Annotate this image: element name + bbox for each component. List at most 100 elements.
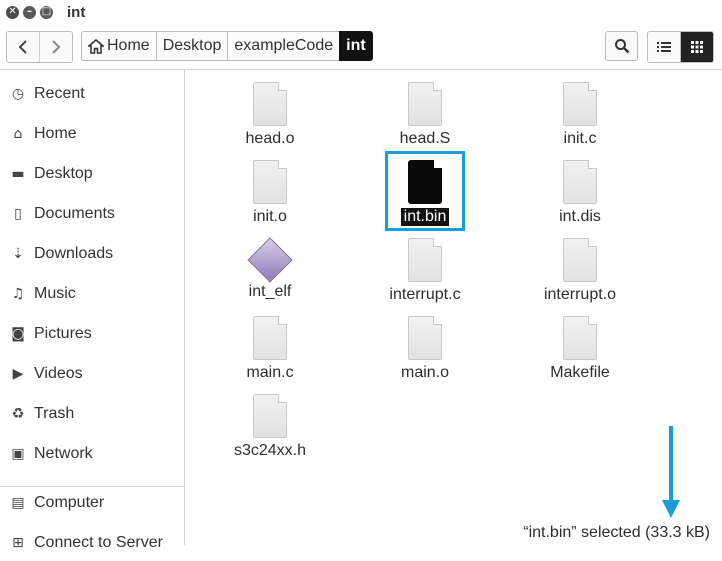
file-name: init.c	[563, 130, 597, 147]
folder-icon: ▬	[11, 166, 25, 182]
document-icon: ▯	[14, 206, 22, 222]
file-name: s3c24xx.h	[233, 442, 307, 459]
download-icon: ⇣	[12, 246, 24, 262]
music-icon: ♫	[11, 286, 25, 302]
home-icon	[88, 38, 104, 54]
text-file-icon	[563, 82, 597, 126]
file-item[interactable]: s3c24xx.h	[210, 382, 330, 460]
title-bar: ✕ – □ int	[0, 0, 722, 24]
file-item[interactable]: init.c	[520, 70, 640, 148]
sidebar-item-connect-to-server[interactable]: ⊞ Connect to Server	[0, 525, 184, 561]
breadcrumb-int[interactable]: int	[339, 31, 373, 61]
server-icon: ⊞	[12, 535, 24, 551]
file-grid: head.o head.S init.c init.o int.bin int.…	[185, 70, 722, 545]
sidebar-item-downloads[interactable]: ⇣ Downloads	[0, 236, 184, 272]
file-item[interactable]: interrupt.c	[365, 226, 485, 304]
toolbar: Home Desktop exampleCode int	[0, 24, 722, 70]
sidebar-item-label: Trash	[34, 405, 75, 422]
home-icon: ⌂	[13, 126, 23, 142]
grid-icon	[691, 41, 703, 53]
list-icon	[657, 42, 671, 52]
file-name: Makefile	[550, 364, 610, 381]
sidebar-item-computer[interactable]: ▤ Computer	[0, 485, 184, 521]
search-button[interactable]	[605, 31, 638, 61]
sidebar-item-label: Computer	[34, 494, 105, 511]
breadcrumb-desktop-label: Desktop	[162, 37, 222, 54]
file-item[interactable]: head.S	[365, 70, 485, 148]
file-item[interactable]: int_elf	[210, 226, 330, 304]
text-file-icon	[408, 316, 442, 360]
breadcrumb-home-label: Home	[107, 37, 150, 54]
breadcrumb-examplecode-label: exampleCode	[234, 37, 334, 54]
sidebar-item-music[interactable]: ♫ Music	[0, 276, 184, 312]
video-icon: ▶	[12, 366, 24, 382]
file-name: int_elf	[248, 283, 292, 300]
close-window-button[interactable]: ✕	[6, 5, 19, 19]
breadcrumb-home[interactable]: Home	[81, 31, 156, 61]
file-item[interactable]: head.o	[210, 70, 330, 148]
text-file-icon	[253, 82, 287, 126]
file-name: interrupt.c	[389, 286, 461, 303]
breadcrumb-int-label: int	[346, 37, 366, 54]
text-file-icon	[253, 160, 287, 204]
binary-file-icon	[408, 160, 442, 204]
chevron-right-icon	[52, 40, 61, 54]
sidebar-item-videos[interactable]: ▶ Videos	[0, 356, 184, 392]
search-icon	[614, 39, 629, 54]
minimize-window-button[interactable]: –	[23, 5, 36, 19]
sidebar-item-home[interactable]: ⌂ Home	[0, 116, 184, 152]
text-file-icon	[408, 238, 442, 282]
sidebar-item-network[interactable]: ▣ Network	[0, 436, 184, 472]
file-item-selected[interactable]: int.bin	[365, 148, 485, 226]
file-item[interactable]: Makefile	[520, 304, 640, 382]
chevron-left-icon	[18, 40, 27, 54]
file-item[interactable]: main.o	[365, 304, 485, 382]
back-button[interactable]	[7, 32, 39, 62]
file-name: interrupt.o	[543, 286, 617, 303]
view-mode-buttons	[647, 31, 714, 63]
grid-view-button[interactable]	[680, 32, 713, 62]
sidebar-item-label: Documents	[34, 205, 115, 222]
file-item[interactable]: interrupt.o	[520, 226, 640, 304]
file-item[interactable]: init.o	[210, 148, 330, 226]
text-file-icon	[253, 394, 287, 438]
sidebar-item-desktop[interactable]: ▬ Desktop	[0, 156, 184, 192]
breadcrumb: Home Desktop exampleCode int	[81, 31, 373, 61]
sidebar-item-documents[interactable]: ▯ Documents	[0, 196, 184, 232]
sidebar-item-label: Music	[34, 285, 76, 302]
file-name: int.bin	[400, 208, 450, 226]
sidebar-item-recent[interactable]: ◷ Recent	[0, 76, 184, 112]
list-view-button[interactable]	[648, 32, 680, 62]
sidebar-item-label: Downloads	[34, 245, 114, 262]
sidebar-item-trash[interactable]: ♻ Trash	[0, 396, 184, 432]
text-file-icon	[563, 238, 597, 282]
breadcrumb-examplecode[interactable]: exampleCode	[227, 31, 340, 61]
sidebar-item-label: Pictures	[34, 325, 92, 342]
network-icon: ▣	[11, 446, 25, 462]
text-file-icon	[408, 82, 442, 126]
file-name: init.o	[253, 208, 287, 225]
camera-icon: ◙	[11, 326, 25, 342]
text-file-icon	[253, 316, 287, 360]
sidebar-item-pictures[interactable]: ◙ Pictures	[0, 316, 184, 352]
file-item[interactable]: int.dis	[520, 148, 640, 226]
sidebar-item-label: Videos	[34, 365, 83, 382]
sidebar-item-label: Network	[34, 445, 93, 462]
file-name: int.dis	[559, 208, 601, 225]
file-name: main.c	[246, 364, 294, 381]
executable-file-icon	[247, 237, 293, 283]
text-file-icon	[563, 316, 597, 360]
maximize-window-button[interactable]: □	[40, 5, 53, 19]
annotation-arrow-line	[669, 426, 673, 506]
text-file-icon	[563, 160, 597, 204]
sidebar-item-label: Home	[34, 125, 77, 142]
window-title: int	[67, 3, 86, 21]
forward-button[interactable]	[39, 32, 72, 62]
sidebar-item-label: Desktop	[34, 165, 93, 182]
file-name: main.o	[400, 364, 450, 381]
sidebar-item-label: Recent	[34, 85, 85, 102]
breadcrumb-desktop[interactable]: Desktop	[155, 31, 228, 61]
sidebar: ◷ Recent ⌂ Home ▬ Desktop ▯ Documents ⇣ …	[0, 70, 185, 551]
clock-icon: ◷	[11, 86, 25, 102]
file-item[interactable]: main.c	[210, 304, 330, 382]
